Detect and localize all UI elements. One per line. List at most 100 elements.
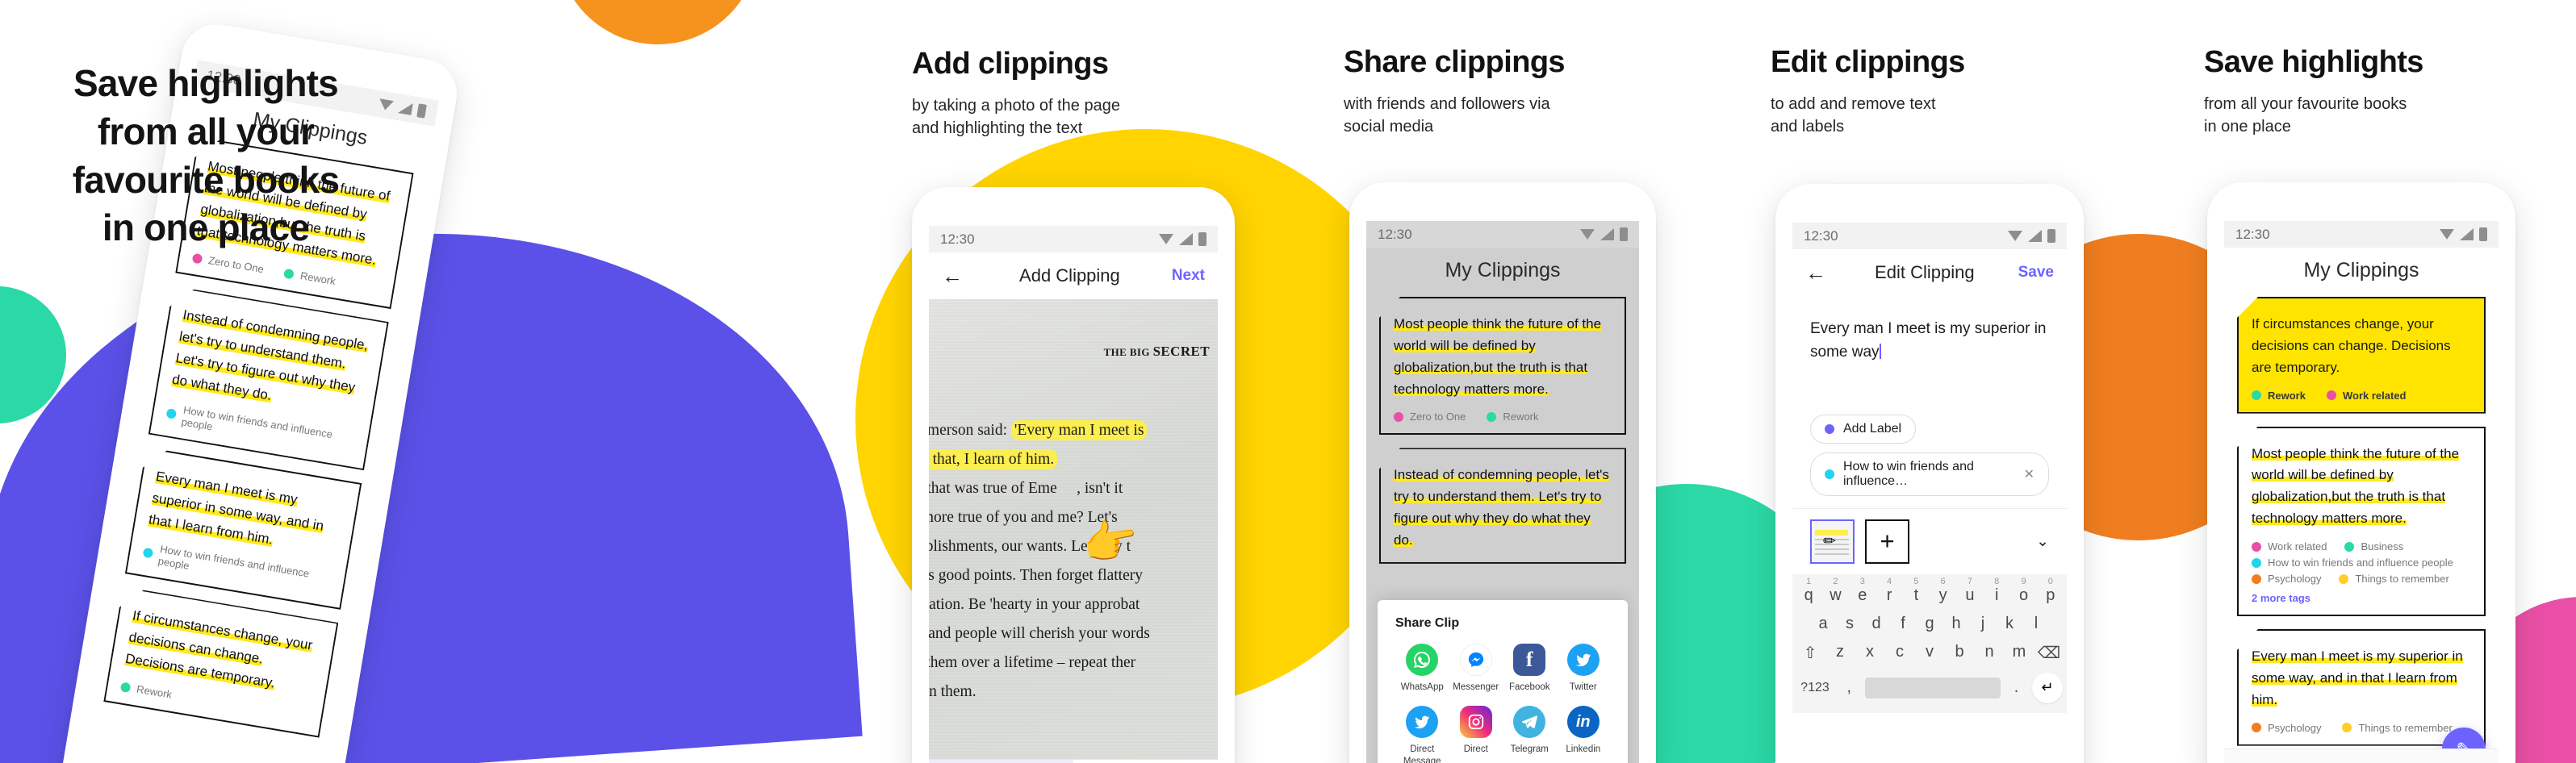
key-w[interactable]: 2w — [1823, 577, 1847, 605]
tag[interactable]: Rework — [2252, 390, 2306, 402]
clipping-card[interactable]: Instead of condemning people, let's try … — [148, 286, 389, 471]
more-tags-link[interactable]: 2 more tags — [2252, 592, 2471, 604]
book-line: ten them. — [929, 683, 976, 700]
share-target-linkedin[interactable]: in Linkedin — [1557, 706, 1611, 763]
key-comma[interactable]: , — [1838, 678, 1860, 697]
signal-icon — [1179, 233, 1193, 245]
share-sheet-title: Share Clip — [1395, 615, 1460, 630]
clipping-editor-input[interactable]: Every man I meet is my superior in some … — [1810, 317, 2049, 365]
save-button[interactable]: Save — [2018, 264, 2054, 281]
key-v[interactable]: v — [1916, 643, 1943, 663]
key-period[interactable]: . — [2005, 678, 2027, 697]
tag[interactable]: Zero to One — [191, 252, 265, 276]
tag[interactable]: Psychology — [2252, 573, 2321, 585]
key-i[interactable]: 8i — [1984, 577, 2009, 605]
key-b[interactable]: b — [1946, 643, 1973, 663]
tag[interactable]: Zero to One — [1394, 411, 1466, 423]
pointing-hand-icon: 👉 — [1078, 512, 1142, 571]
key-e[interactable]: 3e — [1850, 577, 1875, 605]
add-attachment-button[interactable]: + — [1865, 519, 1909, 564]
tag[interactable]: Things to remember — [2342, 722, 2453, 734]
attachment-thumbnail[interactable]: ✏ — [1810, 519, 1855, 564]
tag[interactable]: Rework — [1487, 411, 1538, 423]
key-enter[interactable]: ↵ — [2031, 672, 2063, 703]
share-target-instagram[interactable]: Direct — [1449, 706, 1503, 763]
key-g[interactable]: g — [1917, 615, 1942, 633]
messenger-icon — [1459, 643, 1492, 676]
book-page-photo[interactable]: THE BIG SECRET Emerson said: 'Every man … — [929, 299, 1218, 759]
key-p[interactable]: 0p — [2039, 577, 2063, 605]
key-r[interactable]: 4r — [1877, 577, 1901, 605]
phone-screen-clippings: 12:30 My Clippings If circumstances chan… — [2224, 221, 2499, 763]
on-screen-keyboard[interactable]: 1q 2w 3e 4r 5t 6y 7u 8i 9o 0p a s d f g — [1792, 573, 2067, 713]
share-target-twitter-dm[interactable]: Direct Message — [1395, 706, 1449, 763]
clipping-card[interactable]: If circumstances change, your decisions … — [103, 586, 338, 737]
clipping-card[interactable]: Every man I meet is my superior in some … — [125, 447, 362, 610]
add-label-text: Add Label — [1843, 421, 1902, 436]
share-target-telegram[interactable]: Telegram — [1503, 706, 1557, 763]
key-k[interactable]: k — [1997, 615, 2022, 633]
keyboard-row-4: ?123 , . ↵ — [1796, 672, 2063, 703]
clipping-card[interactable]: Most people think the future of the worl… — [1379, 297, 1626, 436]
share-target-messenger[interactable]: Messenger — [1449, 643, 1503, 693]
select-tool-button[interactable]: ✓ Select — [929, 760, 1073, 763]
clipping-card[interactable]: Every man I meet is my superior in some … — [2237, 629, 2486, 746]
key-u[interactable]: 7u — [1958, 577, 1982, 605]
clipping-card-selected[interactable]: If circumstances change, your decisions … — [2237, 297, 2486, 414]
clipping-card[interactable]: Most people think the future of the worl… — [2237, 426, 2486, 617]
close-icon[interactable]: ✕ — [2024, 466, 2034, 482]
tag[interactable]: Psychology — [2252, 722, 2321, 734]
bottom-action-bar: 🗑 ❮ — [2224, 748, 2499, 763]
app-bar: ← Edit Clipping Save — [1792, 249, 2067, 296]
share-target-label: Facebook — [1508, 682, 1550, 692]
arrow-left-icon[interactable]: ← — [1805, 262, 1831, 283]
next-button[interactable]: Next — [1172, 267, 1205, 285]
key-d[interactable]: d — [1864, 615, 1888, 633]
phone-screen-share: 12:30 My Clippings Most people think the… — [1366, 221, 1639, 763]
share-app-grid: WhatsApp Messenger f Facebook Twitter Di… — [1395, 643, 1611, 763]
tag[interactable]: Rework — [283, 267, 337, 287]
key-symbols[interactable]: ?123 — [1796, 681, 1834, 695]
key-x[interactable]: x — [1856, 643, 1884, 663]
add-label-chip[interactable]: Add Label — [1810, 414, 1917, 444]
key-space[interactable] — [1864, 677, 2001, 698]
shift-icon[interactable]: ⇧ — [1796, 643, 1824, 663]
key-f[interactable]: f — [1891, 615, 1915, 633]
key-o[interactable]: 9o — [2011, 577, 2035, 605]
battery-icon — [1198, 232, 1206, 246]
key-c[interactable]: c — [1886, 643, 1913, 663]
clipping-text: Instead of condemning people, let's try … — [170, 307, 370, 404]
backspace-icon[interactable]: ⌫ — [2035, 643, 2063, 663]
tag[interactable]: Things to remember — [2339, 573, 2449, 585]
tag[interactable]: Work related — [2252, 540, 2327, 552]
wifi-icon — [2440, 229, 2454, 240]
key-l[interactable]: l — [2024, 615, 2048, 633]
battery-icon — [2047, 229, 2055, 243]
key-a[interactable]: a — [1811, 615, 1835, 633]
clipping-text: Most people think the future of the worl… — [2252, 445, 2460, 527]
share-target-facebook[interactable]: f Facebook — [1503, 643, 1557, 693]
arrow-left-icon[interactable]: ← — [942, 265, 968, 286]
key-q[interactable]: 1q — [1796, 577, 1821, 605]
key-s[interactable]: s — [1838, 615, 1862, 633]
tag[interactable]: Work related — [2326, 390, 2406, 402]
key-j[interactable]: j — [1971, 615, 1995, 633]
chevron-down-icon[interactable]: ⌄ — [2036, 532, 2049, 551]
share-target-whatsapp[interactable]: WhatsApp — [1395, 643, 1449, 693]
tag[interactable]: How to win friends and influence people — [2252, 557, 2471, 569]
tag[interactable]: Rework — [119, 680, 173, 700]
clipping-card[interactable]: Instead of condemning people, let's try … — [1379, 448, 1626, 564]
clippings-list: Most people think the future of the worl… — [1366, 297, 1639, 564]
key-n[interactable]: n — [1976, 643, 2003, 663]
key-t[interactable]: 5t — [1904, 577, 1928, 605]
label-chip[interactable]: How to win friends and influence… ✕ — [1810, 452, 2049, 496]
key-y[interactable]: 6y — [1931, 577, 1955, 605]
key-h[interactable]: h — [1944, 615, 1968, 633]
share-target-twitter[interactable]: Twitter — [1557, 643, 1611, 693]
panel3-subtitle: with friends and followers via social me… — [1344, 94, 1550, 136]
keyboard-row-1: 1q 2w 3e 4r 5t 6y 7u 8i 9o 0p — [1796, 577, 2063, 605]
key-m[interactable]: m — [2005, 643, 2033, 663]
clear-tool-button[interactable]: 🗑 Clear — [1073, 760, 1218, 763]
key-z[interactable]: z — [1826, 643, 1854, 663]
tag[interactable]: Business — [2344, 540, 2403, 552]
